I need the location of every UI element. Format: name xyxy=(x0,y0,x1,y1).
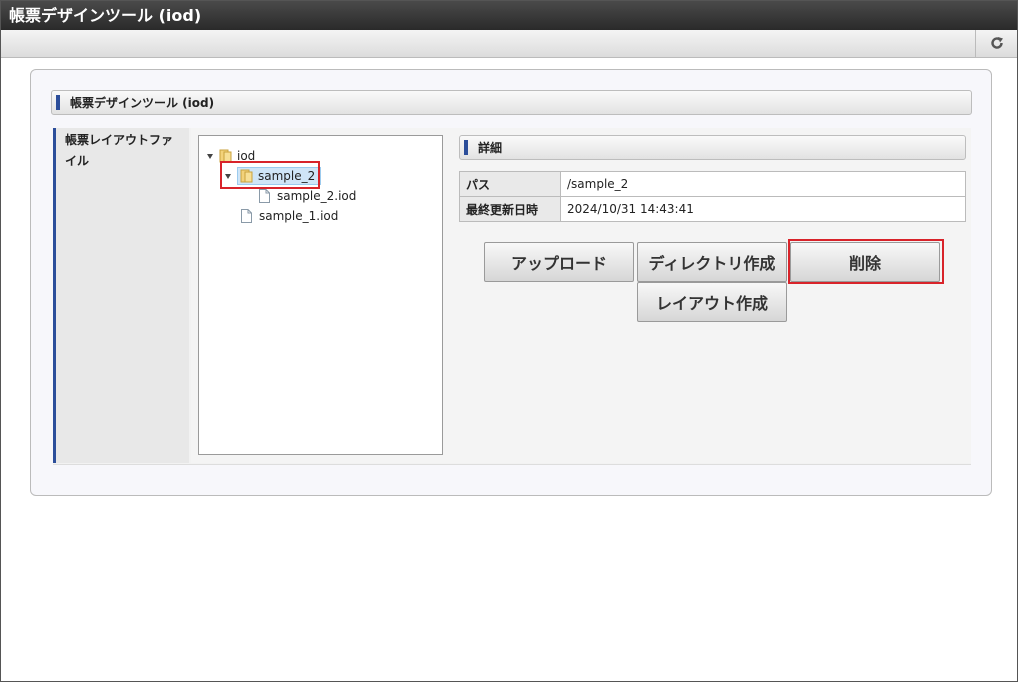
expand-triangle-icon[interactable] xyxy=(207,153,213,159)
create-directory-button[interactable]: ディレクトリ作成 xyxy=(637,242,787,282)
refresh-icon xyxy=(990,35,1004,54)
tree-node-label: sample_1.iod xyxy=(259,209,339,223)
file-tree[interactable]: iod sample_2 sample_2.iod sample_1.iod xyxy=(198,135,443,455)
tree-node-sample-1-iod[interactable]: sample_1.iod xyxy=(241,206,338,226)
app-window: 帳票デザインツール (iod) 帳票デザインツール (iod) 帳票レイアウトフ… xyxy=(0,0,1018,682)
folder-icon xyxy=(240,169,253,183)
section-title: 帳票デザインツール (iod) xyxy=(51,90,972,115)
tree-node-sample-2[interactable]: sample_2 xyxy=(225,166,322,186)
tree-node-iod[interactable]: iod xyxy=(207,146,255,166)
tree-node-sample-2-iod[interactable]: sample_2.iod xyxy=(259,186,356,206)
file-icon xyxy=(259,189,270,203)
path-value: /sample_2 xyxy=(560,171,966,197)
tree-node-selection[interactable]: sample_2 xyxy=(237,167,322,185)
tree-node-label: sample_2 xyxy=(258,169,316,183)
last-modified-label: 最終更新日時 xyxy=(459,196,561,222)
table-row: 最終更新日時 2024/10/31 14:43:41 xyxy=(459,196,966,222)
delete-button[interactable]: 削除 xyxy=(790,242,940,282)
expand-triangle-icon[interactable] xyxy=(225,173,231,179)
file-icon xyxy=(241,209,252,223)
field-label: 帳票レイアウトファイル xyxy=(53,128,189,463)
toolbar xyxy=(1,30,1017,58)
folder-icon xyxy=(219,149,232,163)
detail-table: パス /sample_2 最終更新日時 2024/10/31 14:43:41 xyxy=(459,171,966,222)
path-label: パス xyxy=(459,171,561,197)
tree-node-label: iod xyxy=(237,149,256,163)
create-layout-button[interactable]: レイアウト作成 xyxy=(637,282,787,322)
refresh-button[interactable] xyxy=(975,30,1017,58)
window-title: 帳票デザインツール (iod) xyxy=(1,1,1017,30)
last-modified-value: 2024/10/31 14:43:41 xyxy=(560,196,966,222)
table-row: パス /sample_2 xyxy=(459,171,966,197)
detail-title: 詳細 xyxy=(459,135,966,160)
tree-node-label: sample_2.iod xyxy=(277,189,357,203)
upload-button[interactable]: アップロード xyxy=(484,242,634,282)
